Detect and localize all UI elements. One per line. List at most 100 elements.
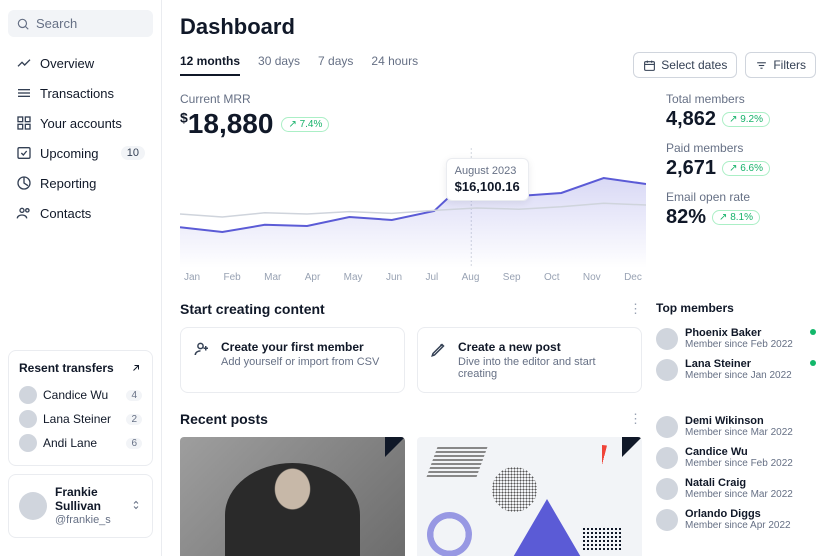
nav-label: Reporting [40,176,96,191]
sidebar-item-reporting[interactable]: Reporting [8,169,153,197]
search-icon [16,17,30,31]
sidebar-item-upcoming[interactable]: Upcoming 10 [8,139,153,167]
more-icon[interactable]: ⋮ [629,411,642,427]
stats-column: Total members 4,862↗ 9.2% Paid members 2… [666,92,816,283]
xaxis-label: Oct [544,272,560,283]
transfer-count: 6 [126,438,142,449]
sidebar-item-transactions[interactable]: Transactions [8,79,153,107]
member-since: Member since Mar 2022 [685,427,793,438]
tab-12-months[interactable]: 12 months [180,54,240,76]
top-members-continued: Demi WikinsonMember since Mar 2022Candic… [656,411,816,556]
xaxis-label: Nov [583,272,601,283]
nav-label: Transactions [40,86,114,101]
resent-transfers-card: Resent transfers Candice Wu4Lana Steiner… [8,350,153,466]
transactions-icon [16,85,32,101]
member-row[interactable]: Natali CraigMember since Mar 2022 [656,473,816,504]
avatar [656,359,678,381]
content-heading: Start creating content [180,301,325,317]
filters-button[interactable]: Filters [745,52,816,78]
sidebar: Search Overview Transactions Your accoun… [0,0,162,556]
member-name: Natali Craig [685,477,793,489]
tab-24-hours[interactable]: 24 hours [371,54,418,76]
sidebar-item-overview[interactable]: Overview [8,49,153,77]
mrr-value: $18,880 [180,108,273,140]
member-since: Member since Mar 2022 [685,489,793,500]
member-since: Member since Feb 2022 [685,458,793,469]
transfer-row[interactable]: Andi Lane 6 [19,431,142,455]
create-member-card[interactable]: Create your first member Add yourself or… [180,327,405,393]
button-label: Select dates [661,58,727,72]
abstract-shape [427,447,488,477]
select-dates-button[interactable]: Select dates [633,52,737,78]
post-card[interactable] [180,437,405,556]
main: Dashboard 12 months 30 days 7 days 24 hours… [162,0,834,556]
sidebar-item-contacts[interactable]: Contacts [8,199,153,227]
member-name: Demi Wikinson [685,415,793,427]
search-placeholder: Search [36,16,77,31]
stat-paid-members: Paid members 2,671↗ 6.6% [666,141,816,180]
avatar [19,386,37,404]
xaxis-label: May [344,272,363,283]
member-row[interactable]: Demi WikinsonMember since Mar 2022 [656,411,816,442]
member-row[interactable]: Phoenix BakerMember since Feb 2022 [656,323,816,354]
member-name: Phoenix Baker [685,327,793,339]
mrr-delta: ↗ 7.4% [281,117,329,132]
xaxis-label: Jul [425,272,438,283]
stat-open-rate: Email open rate 82%↗ 8.1% [666,190,816,229]
nav: Overview Transactions Your accounts Upco… [8,49,153,227]
button-label: Filters [773,58,806,72]
member-row[interactable]: Lana SteinerMember since Jan 2022 [656,354,816,385]
page-title: Dashboard [180,14,816,40]
user-handle: @frankie_s [55,514,122,527]
edit-icon [430,340,448,358]
mrr-label: Current MRR [180,92,646,106]
user-name: Frankie Sullivan [55,485,122,514]
member-since: Member since Jan 2022 [685,370,792,381]
open-icon[interactable] [130,362,142,374]
post-card[interactable] [417,437,642,556]
accounts-icon [16,115,32,131]
avatar [656,509,678,531]
add-user-icon [193,340,211,358]
online-indicator-icon [810,360,816,366]
abstract-shape [582,527,622,552]
member-name: Orlando Diggs [685,508,791,520]
transfer-row[interactable]: Candice Wu4 [19,383,142,407]
transfer-count: 2 [126,414,142,425]
member-row[interactable]: Candice WuMember since Feb 2022 [656,442,816,473]
tooltip-value: $16,100.16 [455,179,520,194]
portrait-image [225,463,360,556]
avatar [19,434,37,452]
recent-posts-heading: Recent posts [180,411,268,427]
top-members-heading: Top members [656,301,816,315]
avatar [656,447,678,469]
xaxis-label: Dec [624,272,642,283]
stat-total-members: Total members 4,862↗ 9.2% [666,92,816,131]
current-user-card[interactable]: Frankie Sullivan @frankie_s [8,474,153,538]
create-post-card[interactable]: Create a new post Dive into the editor a… [417,327,642,393]
resent-transfers-title: Resent transfers [19,361,114,375]
member-row[interactable]: Orlando DiggsMember since Apr 2022 [656,504,816,535]
xaxis-label: Jun [386,272,402,283]
xaxis-label: Apr [305,272,321,283]
transfer-name: Andi Lane [43,436,97,450]
more-icon[interactable]: ⋮ [629,301,642,317]
upcoming-icon [16,145,32,161]
tab-30-days[interactable]: 30 days [258,54,300,76]
overview-icon [16,55,32,71]
abstract-shape [582,445,622,485]
nav-label: Your accounts [40,116,122,131]
online-indicator-icon [810,329,816,335]
tooltip-date: August 2023 [455,165,520,177]
search-input[interactable]: Search [8,10,153,37]
sidebar-item-accounts[interactable]: Your accounts [8,109,153,137]
member-since: Member since Feb 2022 [685,339,793,350]
chart-tooltip: August 2023 $16,100.16 [446,158,529,201]
contacts-icon [16,205,32,221]
avatar [656,416,678,438]
folded-corner-icon [622,437,642,457]
mrr-chart[interactable]: August 2023 $16,100.16 [180,148,646,268]
xaxis-label: Feb [224,272,241,283]
tab-7-days[interactable]: 7 days [318,54,353,76]
transfer-row[interactable]: Lana Steiner2 [19,407,142,431]
